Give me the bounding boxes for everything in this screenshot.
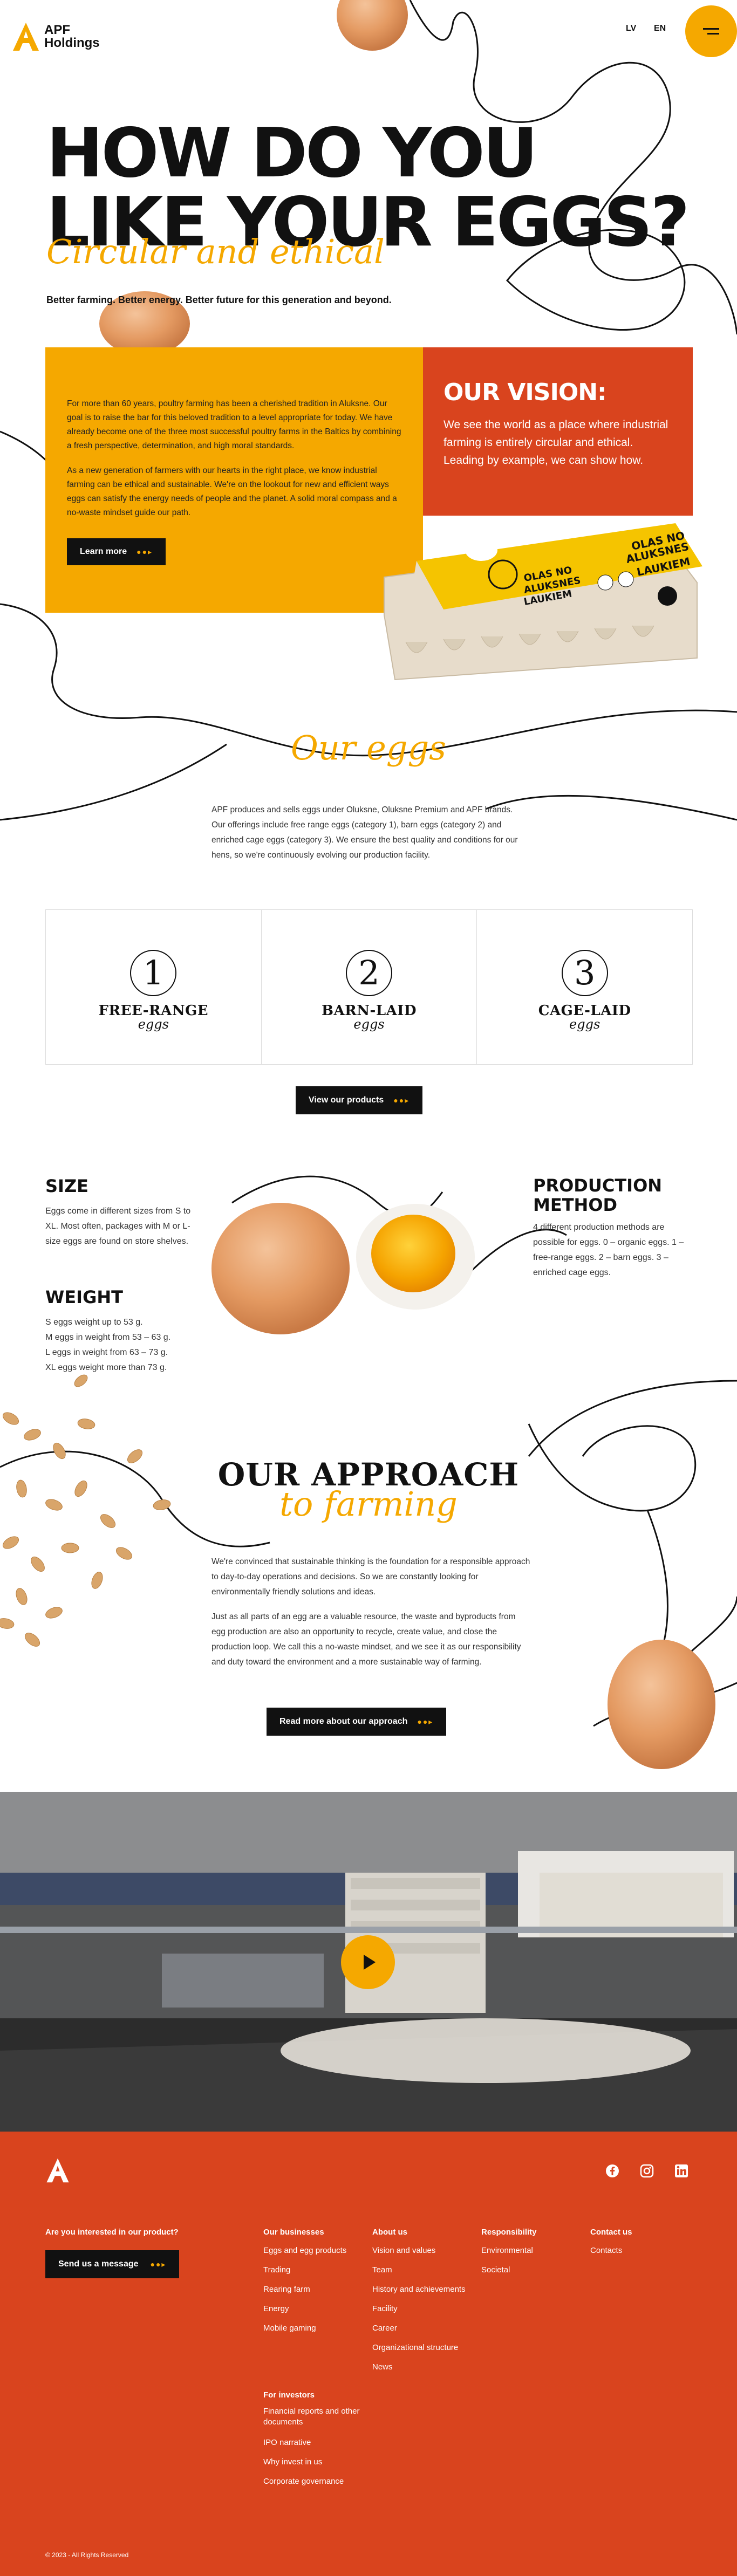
weight-line: M eggs in weight from 53 – 63 g. [45,1333,171,1342]
weight-list: S eggs weight up to 53 g. M eggs in weig… [45,1315,207,1375]
lang-lv[interactable]: LV [626,24,636,33]
hamburger-icon-line [707,33,719,35]
logo[interactable]: APF Holdings [12,22,100,52]
instagram-icon[interactable] [640,2164,654,2178]
production-title: PRODUCTION METHOD [533,1176,662,1215]
egg-card-3[interactable]: 3 CAGE-LAID eggs [477,910,692,1064]
logo-line2: Holdings [44,36,100,50]
facebook-icon[interactable] [605,2164,619,2178]
footer-col-investors: For investors Financial reports and othe… [263,2390,360,2491]
our-eggs-text: APF produces and sells eggs under Oluksn… [211,805,518,860]
hero-title-line1: HOW DO YOU [46,113,538,193]
footer-link[interactable]: Career [372,2319,480,2338]
egg-card-2[interactable]: 2 BARN-LAID eggs [262,910,477,1064]
card-number: 2 [346,950,392,996]
arrow-dots-icon: ●●▸ [137,547,153,556]
card-subtitle: eggs [138,1017,169,1032]
footer-link[interactable]: Facility [372,2299,480,2319]
vision-title: OUR VISION: [443,379,607,406]
hero-subtitle: Better farming. Better energy. Better fu… [46,294,392,305]
footer-link[interactable]: Corporate governance [263,2472,360,2491]
learn-more-label: Learn more [80,547,127,556]
card-number: 1 [130,950,177,996]
apf-logo-icon [13,23,39,51]
intro-paragraph-1: For more than 60 years, poultry farming … [67,399,401,450]
footer-link[interactable]: Trading [263,2260,366,2280]
footer-col-title: For investors [263,2390,315,2400]
send-message-button[interactable]: Send us a message ●●▸ [45,2250,180,2278]
our-eggs-title: Our eggs [291,728,446,768]
read-more-approach-label: Read more about our approach [279,1717,408,1726]
footer-col-title: About us [372,2228,407,2237]
footer-link[interactable]: Energy [263,2299,366,2319]
logo-line1: APF [44,23,70,37]
weight-line: XL eggs weight more than 73 g. [45,1363,167,1372]
size-title: SIZE [45,1176,89,1196]
egg-category-cards: 1 FREE-RANGE eggs 2 BARN-LAID eggs 3 CAG… [45,909,693,1065]
footer-link[interactable]: IPO narrative [263,2433,360,2452]
read-more-approach-button[interactable]: Read more about our approach ●●▸ [267,1708,447,1736]
footer-link[interactable]: Organizational structure [372,2338,480,2358]
vision-card: OUR VISION: We see the world as a place … [423,347,693,516]
footer-link[interactable]: Mobile gaming [263,2319,366,2338]
menu-button[interactable] [685,5,737,57]
view-products-label: View our products [309,1095,384,1105]
footer-link[interactable]: Rearing farm [263,2280,366,2299]
view-products-button[interactable]: View our products ●●▸ [296,1086,423,1114]
linkedin-icon[interactable] [674,2164,688,2178]
approach-paragraph-1: We're convinced that sustainable thinkin… [211,1557,530,1597]
footer-link[interactable]: Eggs and egg products [263,2241,366,2260]
footer-col-title: Our businesses [263,2228,324,2237]
lang-en[interactable]: EN [654,24,666,33]
intro-card: For more than 60 years, poultry farming … [45,347,423,613]
hamburger-icon [703,28,719,30]
footer-link[interactable]: Contacts [590,2241,687,2260]
play-button[interactable] [341,1935,395,1989]
weight-title: WEIGHT [45,1287,123,1307]
footer: Are you interested in our product? Send … [0,2132,737,2576]
vision-text: We see the world as a place where indust… [443,419,668,467]
arrow-dots-icon: ●●▸ [417,1717,434,1726]
arrow-dots-icon: ●●▸ [150,2259,167,2269]
footer-link[interactable]: Vision and values [372,2241,480,2260]
footer-link[interactable]: Why invest in us [263,2452,360,2472]
production-text: 4 different production methods are possi… [533,1223,684,1277]
weight-line: L eggs in weight from 63 – 73 g. [45,1348,168,1357]
production-title-line2: METHOD [533,1195,618,1215]
footer-link[interactable]: History and achievements [372,2280,480,2299]
footer-col-title: Responsibility [481,2228,537,2237]
footer-link[interactable]: Team [372,2260,480,2280]
card-subtitle: eggs [569,1017,600,1032]
hero-script: Circular and ethical [46,232,385,271]
arrow-dots-icon: ●●▸ [393,1095,410,1105]
footer-link[interactable]: Societal [481,2260,578,2280]
footer-cta-question: Are you interested in our product? [45,2228,179,2237]
size-text: Eggs come in different sizes from S to X… [45,1207,191,1246]
footer-logo-icon[interactable] [45,2157,70,2183]
weight-line: S eggs weight up to 53 g. [45,1318,143,1327]
card-number: 3 [561,950,608,996]
copyright: © 2023 - All Rights Reserved [45,2551,129,2559]
card-subtitle: eggs [353,1017,385,1032]
egg-card-1[interactable]: 1 FREE-RANGE eggs [46,910,262,1064]
footer-link[interactable]: Financial reports and other documents [263,2406,360,2428]
egg-carton-image: OLAS NO ALUKSNES LAUKIEM OLAS NO ALUKSNE… [384,523,702,681]
footer-col-title: Contact us [590,2228,632,2237]
play-icon [364,1955,376,1970]
footer-link[interactable]: Environmental [481,2241,578,2260]
footer-col-businesses: Our businesses Eggs and egg products Tra… [263,2228,366,2338]
approach-paragraph-2: Just as all parts of an egg are a valuab… [211,1612,521,1667]
footer-link[interactable]: News [372,2358,480,2377]
production-title-line1: PRODUCTION [533,1175,663,1196]
footer-col-contact: Contact us Contacts [590,2228,687,2260]
footer-col-responsibility: Responsibility Environmental Societal [481,2228,578,2280]
logo-text: APF Holdings [44,24,100,50]
intro-paragraph-2: As a new generation of farmers with our … [67,466,397,517]
send-message-label: Send us a message [58,2259,139,2269]
learn-more-button[interactable]: Learn more ●●▸ [67,538,166,565]
footer-col-about: About us Vision and values Team History … [372,2228,480,2377]
approach-script: to farming [279,1484,458,1524]
